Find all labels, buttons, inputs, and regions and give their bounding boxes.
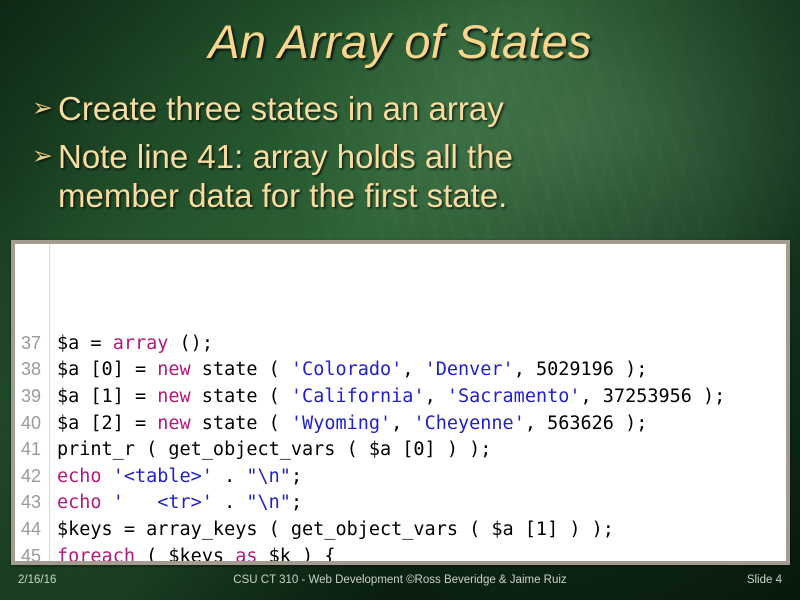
- code-token: ( $keys: [134, 545, 236, 565]
- footer-slide-number: Slide 4: [746, 574, 782, 586]
- code-block: 37 $a = array (); 38 $a [0] = new state ( '…: [11, 240, 790, 565]
- code-line: 42 echo '<table>' . "\n";: [15, 463, 786, 490]
- bullet-text-line: Create three states in an array: [58, 90, 504, 127]
- code-token: state (: [190, 385, 291, 407]
- code-token: array: [112, 332, 169, 354]
- code-line-text: echo ' <tr>' . "\n";: [57, 492, 302, 513]
- code-line: 37 $a = array ();: [15, 330, 786, 357]
- arrowhead-bullet-icon: ➢: [32, 142, 53, 171]
- code-line-text: echo '<table>' . "\n";: [57, 466, 302, 487]
- code-token: .: [212, 465, 247, 487]
- footer-course-credit: CSU CT 310 - Web Development ©Ross Bever…: [233, 574, 567, 586]
- gutter-divider: [49, 244, 50, 561]
- code-content: 37 $a = array (); 38 $a [0] = new state ( '…: [15, 244, 786, 565]
- code-token: "\n": [246, 465, 291, 487]
- arrowhead-bullet-icon: ➢: [32, 94, 53, 122]
- code-line-number: 43: [20, 492, 41, 513]
- code-line-text: $keys = array_keys ( get_object_vars ( $…: [57, 519, 614, 540]
- code-line-text: $a [0] = new state ( 'Colorado', 'Denver…: [57, 359, 647, 380]
- code-token: $a [0] =: [57, 359, 158, 381]
- code-line-number: 37: [20, 332, 41, 353]
- code-token: 'Colorado': [290, 359, 403, 381]
- code-token: as: [235, 545, 258, 565]
- bullet-text-line: member data for the first state.: [58, 176, 508, 214]
- code-token: new: [157, 359, 191, 381]
- code-token: $a =: [57, 332, 113, 354]
- code-token: .: [212, 492, 247, 514]
- code-lines: 37 $a = array (); 38 $a [0] = new state ( '…: [15, 330, 786, 565]
- code-line-number: 39: [20, 385, 41, 406]
- code-line: 39 $a [1] = new state ( 'California', 'Sa…: [15, 383, 786, 410]
- code-token: foreach: [57, 545, 135, 565]
- code-token: new: [157, 385, 191, 407]
- code-token: ;: [290, 492, 303, 514]
- code-token: 'Denver': [424, 359, 514, 381]
- code-line-text: $a = array ();: [57, 333, 213, 354]
- code-token: $a [2] =: [57, 412, 158, 434]
- code-token: ' <tr>': [112, 492, 213, 514]
- code-token: echo: [57, 492, 102, 514]
- code-token: "\n": [246, 492, 291, 514]
- code-line-number: 41: [20, 439, 41, 460]
- code-token: 'Cheyenne': [413, 412, 525, 434]
- bullet-text-line: Note line 41: array holds all the: [58, 138, 513, 176]
- code-token: , 37253956 );: [580, 385, 726, 407]
- bullet-text: Create three states in an array: [58, 90, 772, 128]
- code-token: $keys = array_keys ( get_object_vars ( $…: [57, 518, 614, 540]
- code-token: ();: [168, 332, 213, 354]
- code-token: 'Wyoming': [290, 412, 392, 434]
- code-line-text: print_r ( get_object_vars ( $a [0] ) );: [57, 439, 491, 460]
- code-token: $k ) {: [257, 545, 336, 565]
- slide-footer: 2/16/16 CSU CT 310 - Web Development ©Ro…: [0, 566, 800, 600]
- code-line-text: foreach ( $keys as $k ) {: [57, 545, 336, 565]
- bullet-list: ➢ Create three states in an array ➢ Note li…: [32, 90, 772, 225]
- slide: An Array of States ➢ Create three states …: [0, 0, 800, 600]
- bullet-item: ➢ Note line 41: array holds all the member…: [32, 138, 772, 215]
- code-line: 43 echo ' <tr>' . "\n";: [15, 489, 786, 516]
- code-token: ,: [402, 359, 425, 381]
- code-line: 45 foreach ( $keys as $k ) {: [15, 543, 786, 565]
- code-token: '<table>': [112, 465, 213, 487]
- bullet-item: ➢ Create three states in an array: [32, 90, 772, 128]
- code-token: echo: [57, 465, 102, 487]
- code-line-number: 40: [20, 412, 41, 433]
- code-token: ;: [290, 465, 303, 487]
- code-token: print_r ( get_object_vars ( $a [0] ) );: [57, 439, 492, 461]
- code-token: 'Sacramento': [446, 385, 581, 407]
- code-token: ,: [424, 385, 447, 407]
- code-line-number: 42: [20, 465, 41, 486]
- code-token: ,: [391, 412, 414, 434]
- code-token: , 5029196 );: [513, 359, 648, 381]
- code-line: 40 $a [2] = new state ( 'Wyoming', 'Cheye…: [15, 410, 786, 437]
- code-line-text: $a [1] = new state ( 'California', 'Sacr…: [57, 386, 725, 407]
- code-line: 38 $a [0] = new state ( 'Colorado', 'Denv…: [15, 356, 786, 383]
- page-title: An Array of States: [208, 15, 592, 68]
- code-line: 44 $keys = array_keys ( get_object_vars (…: [15, 516, 786, 543]
- code-line: 41 print_r ( get_object_vars ( $a [0] ) )…: [15, 436, 786, 463]
- bullet-text: Note line 41: array holds all the member …: [58, 138, 772, 215]
- code-line-number: 44: [20, 518, 41, 539]
- code-token: $a [1] =: [57, 385, 158, 407]
- code-line-text: $a [2] = new state ( 'Wyoming', 'Cheyenn…: [57, 413, 647, 434]
- code-token: 'California': [290, 385, 425, 407]
- code-token: new: [157, 412, 191, 434]
- code-line-number: 45: [20, 545, 41, 565]
- code-token: state (: [190, 412, 291, 434]
- code-line-number: 38: [20, 359, 41, 380]
- code-token: , 563626 );: [524, 412, 648, 434]
- code-token: state (: [190, 359, 291, 381]
